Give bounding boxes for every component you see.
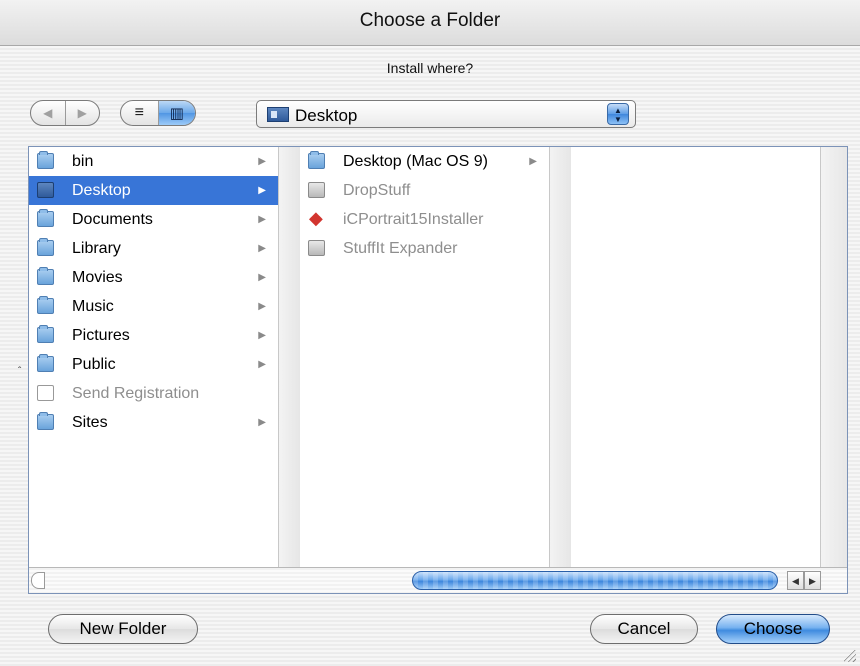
list-item: iCPortrait15Installer <box>300 204 549 234</box>
list-item-label: StuffIt Expander <box>343 240 458 257</box>
scroll-right-icon: ▶ <box>809 576 816 586</box>
folder-icon <box>37 209 54 227</box>
pictures-folder-icon <box>37 325 54 343</box>
folder-icon <box>308 151 325 169</box>
list-item[interactable]: Documents ▶ <box>29 205 278 234</box>
disclosure-arrow-icon: ▶ <box>529 156 537 167</box>
browser-column-2: Desktop (Mac OS 9) ▶ DropStuff iCPortrait15… <box>300 147 550 567</box>
list-item[interactable]: Desktop ▶ <box>29 176 278 205</box>
document-icon <box>37 385 54 401</box>
scrollbar-track-start <box>31 572 45 589</box>
browser-column-3 <box>571 147 821 567</box>
list-item[interactable]: Desktop (Mac OS 9) ▶ <box>300 147 549 176</box>
column-browser: bin ▶ Desktop ▶ Documents ▶ Library ▶ Movies ▶ Mus… <box>28 146 848 594</box>
list-view-button[interactable]: ≡ <box>121 101 158 125</box>
list-item-label: bin <box>72 153 94 170</box>
list-item-label: Music <box>72 298 114 315</box>
movies-folder-icon <box>37 267 54 285</box>
back-arrow-icon: ◀ <box>43 106 53 120</box>
list-item[interactable]: Movies ▶ <box>29 263 278 292</box>
disclosure-arrow-icon: ▶ <box>258 330 266 341</box>
list-item-label: Desktop (Mac OS 9) <box>343 153 488 170</box>
choose-button[interactable]: Choose <box>716 614 830 644</box>
cancel-button[interactable]: Cancel <box>590 614 698 644</box>
disclosure-arrow-icon: ▶ <box>258 214 266 225</box>
disclosure-arrow-icon: ▶ <box>258 156 266 167</box>
back-button[interactable]: ◀ <box>31 101 65 125</box>
list-item-label: Pictures <box>72 327 130 344</box>
browser-column-1: bin ▶ Desktop ▶ Documents ▶ Library ▶ Movies ▶ Mus… <box>29 147 279 567</box>
scroll-right-button[interactable]: ▶ <box>804 571 821 590</box>
list-item: DropStuff <box>300 176 549 205</box>
list-item[interactable]: bin ▶ <box>29 147 278 176</box>
column-divider[interactable] <box>279 147 300 567</box>
forward-arrow-icon: ▶ <box>77 106 87 120</box>
location-popup[interactable]: Desktop ▲ ▼ <box>256 100 636 128</box>
list-item[interactable]: Music ▶ <box>29 292 278 321</box>
list-item-label: Documents <box>72 211 153 228</box>
horizontal-scrollbar[interactable]: ◀ ▶ <box>29 567 847 593</box>
list-item-label: Sites <box>72 414 108 431</box>
public-folder-icon <box>37 354 54 372</box>
list-view-icon: ≡ <box>134 104 144 121</box>
column-resize-indicator: ˆ <box>18 366 22 377</box>
music-folder-icon <box>37 296 54 314</box>
scroll-left-button[interactable]: ◀ <box>787 571 804 590</box>
back-forward-control: ◀ ▶ <box>30 100 100 126</box>
list-item-label: Desktop <box>72 182 131 199</box>
resize-grip-icon[interactable] <box>844 650 856 662</box>
view-mode-control: ≡ ▥ <box>120 100 196 126</box>
location-label: Desktop <box>295 106 358 125</box>
popup-arrows-icon: ▲ ▼ <box>607 103 629 125</box>
list-item-label: Library <box>72 240 121 257</box>
title-bar[interactable]: Choose a Folder <box>0 0 860 46</box>
disclosure-arrow-icon: ▶ <box>258 301 266 312</box>
library-folder-icon <box>37 238 54 256</box>
disclosure-arrow-icon: ▶ <box>258 243 266 254</box>
dialog-prompt: Install where? <box>386 60 474 76</box>
list-item-label: iCPortrait15Installer <box>343 211 484 228</box>
list-item[interactable]: Library ▶ <box>29 234 278 263</box>
list-item-label: Movies <box>72 269 123 286</box>
column-divider <box>821 147 847 567</box>
list-item-label: Send Registration <box>72 385 200 402</box>
disclosure-arrow-icon: ▶ <box>258 359 266 370</box>
scrollbar-thumb[interactable] <box>412 571 778 590</box>
list-item-label: DropStuff <box>343 182 411 199</box>
disclosure-arrow-icon: ▶ <box>258 417 266 428</box>
list-item[interactable]: Pictures ▶ <box>29 321 278 350</box>
list-item: StuffIt Expander <box>300 234 549 263</box>
desktop-icon <box>267 107 289 122</box>
list-item: Send Registration <box>29 379 278 408</box>
disclosure-arrow-icon: ▶ <box>258 272 266 283</box>
list-item[interactable]: Public ▶ <box>29 350 278 379</box>
list-item[interactable]: Sites ▶ <box>29 408 278 437</box>
column-divider[interactable] <box>550 147 571 567</box>
list-item-label: Public <box>72 356 116 373</box>
installer-icon <box>308 204 325 233</box>
column-view-icon: ▥ <box>169 105 184 122</box>
folder-icon <box>37 412 54 430</box>
forward-button[interactable]: ▶ <box>64 101 100 125</box>
app-icon <box>308 182 325 198</box>
choose-folder-dialog: Choose a Folder Install where? ◀ ▶ ≡ ▥ D… <box>0 0 860 666</box>
column-view-button[interactable]: ▥ <box>157 101 195 125</box>
new-folder-button[interactable]: New Folder <box>48 614 198 644</box>
window-title: Choose a Folder <box>359 10 501 31</box>
disclosure-arrow-icon: ▶ <box>258 185 266 196</box>
folder-icon <box>37 151 54 169</box>
app-icon <box>308 240 325 256</box>
desktop-folder-icon <box>37 182 54 198</box>
scroll-left-icon: ◀ <box>792 576 799 586</box>
